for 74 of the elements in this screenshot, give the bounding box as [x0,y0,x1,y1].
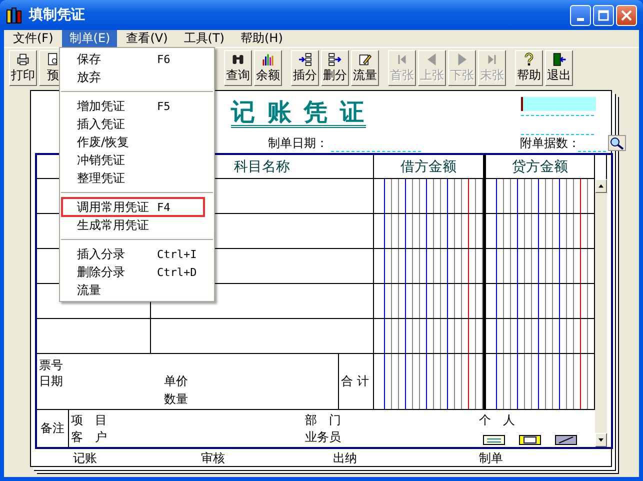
close-button[interactable] [616,4,637,26]
amount-cell[interactable] [484,284,595,319]
column-header: 科目名称 [234,158,290,176]
date-field-label: 日期 [39,373,63,390]
signature-label: 记账 [73,450,97,466]
attachments-label: 附单据数： [520,135,580,152]
menu-item[interactable]: 文件(F) [6,30,60,47]
toolbar-button[interactable]: 查询 [224,50,252,86]
menu-item[interactable]: 作废/恢复 [62,133,212,151]
menu-item[interactable]: 查看(V) [119,30,175,47]
signature-label: 制单 [479,450,503,466]
total-label: 合 计 [341,373,369,390]
menu-item[interactable]: 冲销凭证 [62,151,212,169]
toolbar-button[interactable]: 余额 [254,50,282,86]
table-cell[interactable] [37,319,151,354]
menu-item[interactable]: 生成常用凭证 [62,216,212,234]
voucher-title: 记 账 凭 证 [231,99,366,128]
window-title: 填制凭证 [29,6,86,24]
minimize-button[interactable] [570,4,591,26]
amount-cell[interactable] [484,214,595,249]
search-icon[interactable] [608,135,626,151]
card-icon[interactable] [483,435,505,445]
amount-cell[interactable] [484,179,595,214]
signature-label: 出纳 [333,450,357,466]
signature-label: 审核 [201,450,225,466]
app-icon [6,6,24,24]
project-label: 项 目 [71,412,107,429]
customer-label: 客 户 [71,429,107,446]
amount-cell[interactable] [484,249,595,284]
toolbar-button[interactable]: 退出 [545,50,573,86]
individual-label: 个 人 [479,412,515,429]
amount-cell[interactable] [374,249,484,284]
voucher-number-field[interactable] [521,97,596,111]
toolbar-button[interactable]: 帮助 [515,50,543,86]
scroll-down-icon[interactable] [595,433,607,447]
scroll-up-icon[interactable] [595,179,607,193]
amount-cell[interactable] [374,319,484,354]
amount-cell[interactable] [374,284,484,319]
menu-item[interactable]: 插入凭证 [62,115,212,133]
ticket-label: 票号 [39,357,63,374]
amount-cell[interactable] [374,354,484,410]
toolbar-button[interactable]: 删分 [321,50,349,86]
table-cell[interactable] [151,319,374,354]
quantity-label: 数量 [164,391,188,408]
department-label: 部 门 [305,412,341,429]
card-icon[interactable] [519,435,541,445]
menu-item[interactable]: 工具(T) [176,30,232,47]
menu-item[interactable]: 制单(E) [62,30,118,47]
maximize-button[interactable] [593,4,614,26]
unit-price-label: 单价 [164,373,188,390]
amount-cell[interactable] [374,179,484,214]
amount-cell[interactable] [484,319,595,354]
remarks-label: 备注 [40,420,64,437]
toolbar-button[interactable]: 插分 [291,50,319,86]
column-header: 借方金额 [400,158,456,176]
salesperson-label: 业务员 [305,429,341,446]
minimize-icon [577,18,584,20]
amount-cell[interactable] [484,354,595,410]
menu-item[interactable]: 调用常用凭证 F4 [62,198,204,216]
menu-item[interactable]: 删除分录 Ctrl+D [62,263,212,281]
amount-cell[interactable] [374,214,484,249]
card-icon[interactable] [555,435,577,445]
menu-item[interactable]: 插入分录 Ctrl+I [62,245,212,263]
scrollbar[interactable] [595,179,607,447]
maximize-icon [598,10,609,20]
close-icon [621,10,632,20]
menu-item[interactable]: 整理凭证 [62,169,212,187]
toolbar-button[interactable]: 流量 [351,50,379,86]
menu-item[interactable]: 增加凭证 F5 [62,97,212,115]
date-label: 制单日期： [268,135,328,152]
column-header: 贷方金额 [512,158,568,176]
menu-item[interactable]: 帮助(H) [234,30,290,47]
menu-item[interactable]: 流量 [62,281,212,299]
toolbar-button[interactable]: 打印 [9,50,37,86]
